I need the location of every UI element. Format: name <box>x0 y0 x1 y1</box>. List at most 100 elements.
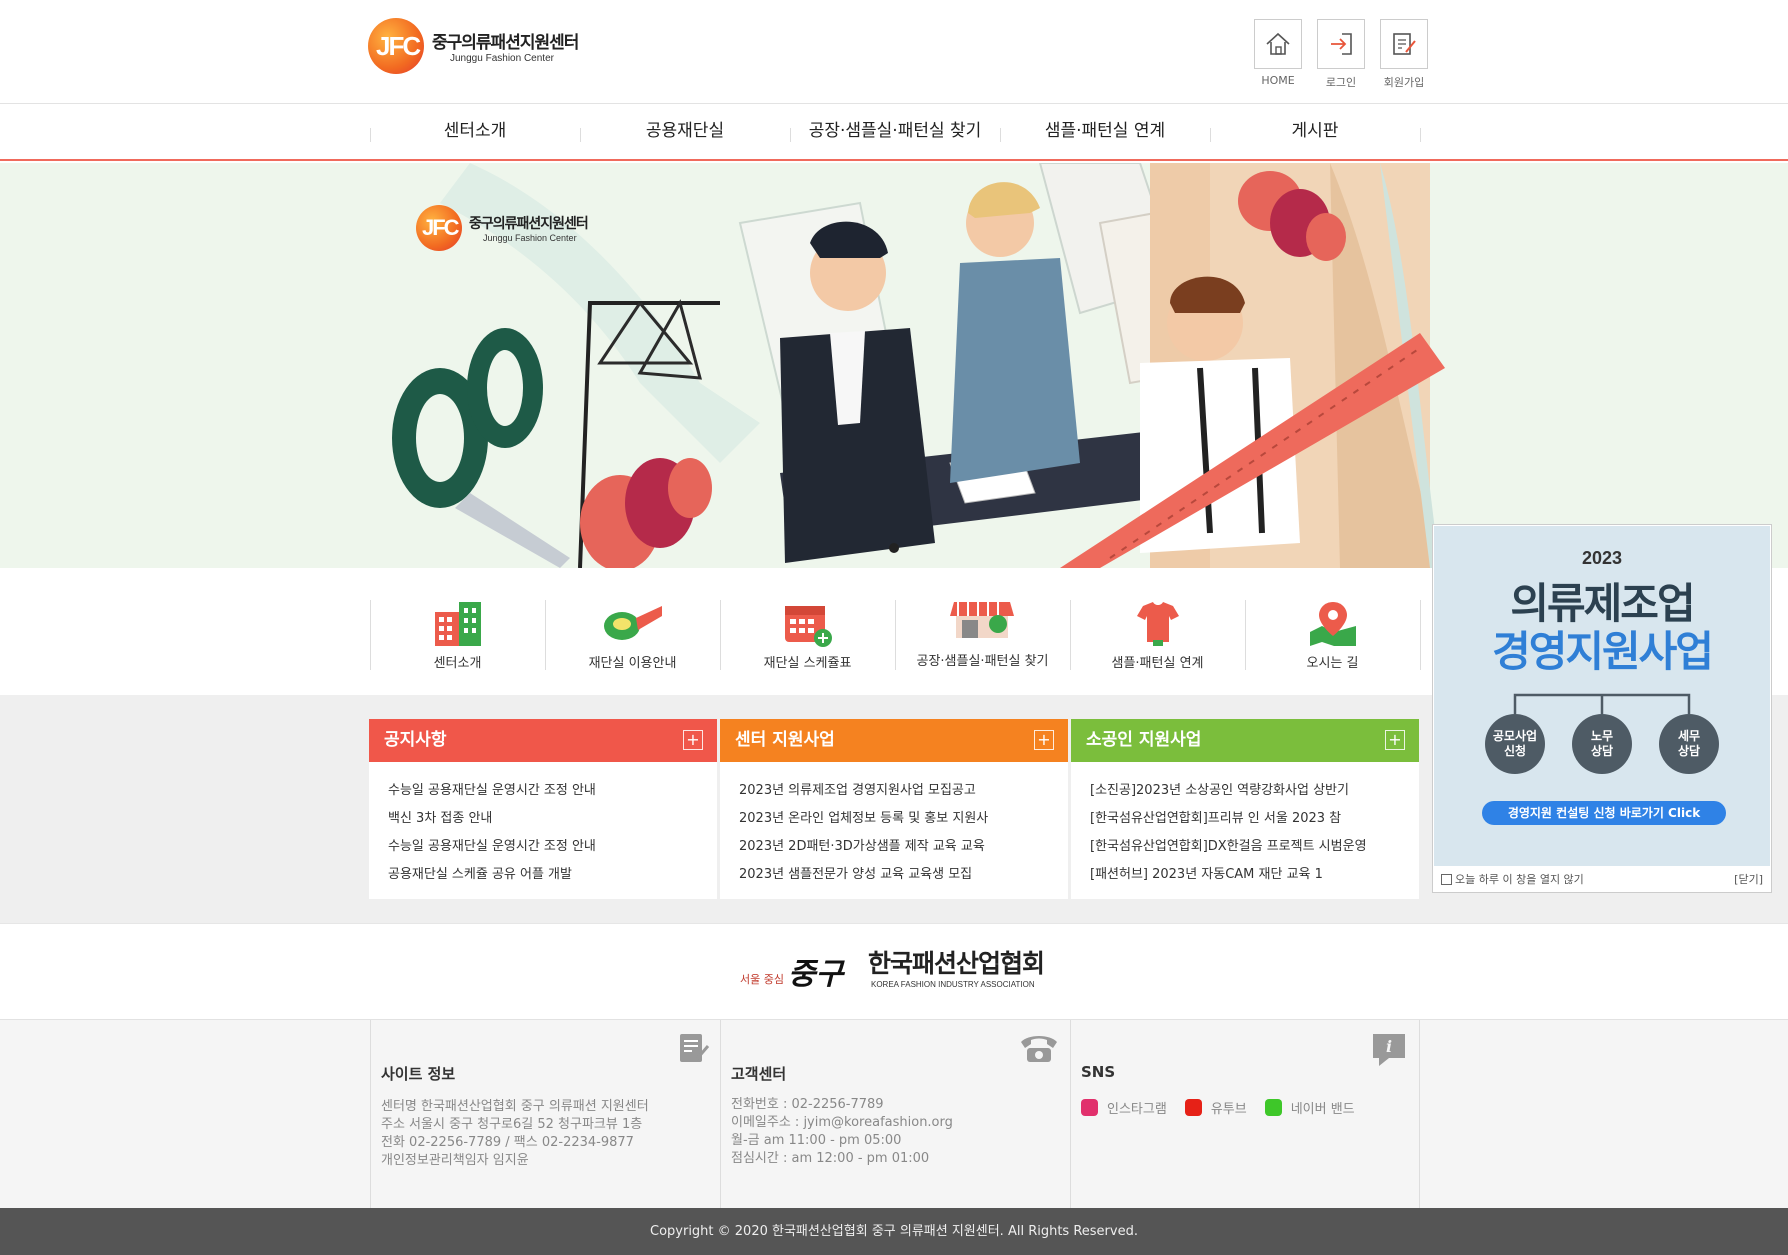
quick-item-center-intro[interactable]: 센터소개 <box>370 600 545 678</box>
list-item[interactable]: [한국섬유산업연합회]프리뷰 인 서울 2023 참 <box>1090 805 1419 833</box>
notice-board: 공지사항 + 수능일 공용재단실 운영시간 조정 안내 백신 3차 접종 안내 … <box>369 719 717 899</box>
small-business-board: 소공인 지원사업 + [소진공]2023년 소상공인 역량강화사업 상반기 [한… <box>1071 719 1419 899</box>
list-item[interactable]: 2023년 의류제조업 경영지원사업 모집공고 <box>739 777 1068 805</box>
instagram-label[interactable]: 인스타그램 <box>1107 1098 1167 1117</box>
map-pin-icon <box>1310 602 1356 646</box>
list-item[interactable]: 백신 3차 접종 안내 <box>388 805 717 833</box>
dont-show-today[interactable]: 오늘 하루 이 창을 열지 않기 <box>1441 871 1584 887</box>
shirt-icon <box>1137 602 1179 646</box>
promo-popup: 2023 의류제조업 경영지원사업 공모사업 신청 노무 상담 세무 상담 경영… <box>1432 524 1772 893</box>
cs-line[interactable]: 이메일주소 : jyim@koreafashion.org <box>731 1114 953 1132</box>
customer-center-title: 고객센터 <box>731 1065 787 1083</box>
junggu-logo[interactable]: 서울 중심 중구 <box>740 949 843 993</box>
notice-more-button[interactable]: + <box>683 730 703 750</box>
site-info-lines: 센터명 한국패션산업협회 중구 의류패션 지원센터 주소 서울시 중구 청구로6… <box>381 1098 649 1170</box>
center-support-more-button[interactable]: + <box>1034 730 1054 750</box>
nav-item-center-intro[interactable]: 센터소개 <box>370 104 580 159</box>
kfia-en: KOREA FASHION INDUSTRY ASSOCIATION <box>871 980 1035 989</box>
login-label[interactable]: 로그인 <box>1311 74 1371 90</box>
logo-text: 중구의류패션지원센터 Junggu Fashion Center <box>432 28 579 64</box>
list-item[interactable]: 2023년 2D패턴·3D가상샘플 제작 교육 교육 <box>739 833 1068 861</box>
site-info-line: 센터명 한국패션산업협회 중구 의류패션 지원센터 <box>381 1099 649 1114</box>
popup-close-button[interactable]: [닫기] <box>1734 871 1763 887</box>
list-item[interactable]: 공용재단실 스케쥴 공유 어플 개발 <box>388 861 717 889</box>
footer-info: 사이트 정보 센터명 한국패션산업협회 중구 의류패션 지원센터 주소 서울시 … <box>0 1019 1788 1209</box>
list-item[interactable]: 수능일 공용재단실 운영시간 조정 안내 <box>388 777 717 805</box>
quick-item-find-factory[interactable]: 공장·샘플실·패턴실 찾기 <box>895 600 1070 678</box>
sns-column: i SNS 인스타그램 유투브 네이버 밴드 <box>1070 1020 1420 1209</box>
quick-label: 재단실 이용안내 <box>588 656 677 671</box>
site-logo[interactable]: JFC 중구의류패션지원센터 Junggu Fashion Center <box>368 18 579 74</box>
home-label[interactable]: HOME <box>1248 74 1308 87</box>
nav-item-sample-link[interactable]: 샘플·패턴실 연계 <box>1000 104 1210 159</box>
center-support-board: 센터 지원사업 + 2023년 의류제조업 경영지원사업 모집공고 2023년 … <box>720 719 1068 899</box>
notice-board-title[interactable]: 공지사항 <box>384 730 447 750</box>
kfia-logo[interactable]: 한국패션산업협회 KOREA FASHION INDUSTRY ASSOCIAT… <box>868 944 1045 989</box>
center-support-board-title[interactable]: 센터 지원사업 <box>735 730 835 750</box>
quick-item-directions[interactable]: 오시는 길 <box>1245 600 1420 678</box>
banner-illustration <box>0 163 1788 568</box>
customer-center-lines: 전화번호 : 02-2256-7789 이메일주소 : jyim@koreafa… <box>731 1096 953 1168</box>
quick-label: 샘플·패턴실 연계 <box>1111 656 1204 671</box>
quick-divider <box>1420 600 1421 670</box>
popup-title-2: 경영지원사업 <box>1492 627 1714 676</box>
instagram-link[interactable]: 인스타그램 <box>1081 1098 1167 1117</box>
quick-label: 오시는 길 <box>1306 656 1359 671</box>
popup-content[interactable]: 2023 의류제조업 경영지원사업 공모사업 신청 노무 상담 세무 상담 경영… <box>1434 526 1770 866</box>
band-link[interactable]: 네이버 밴드 <box>1264 1098 1355 1117</box>
home-icon <box>1266 32 1290 55</box>
calendar-icon <box>785 606 832 647</box>
list-item[interactable]: [패션허브] 2023년 자동CAM 재단 교육 1 <box>1090 861 1419 889</box>
small-business-more-button[interactable]: + <box>1385 730 1405 750</box>
dont-show-checkbox[interactable] <box>1441 873 1452 885</box>
dont-show-label[interactable]: 오늘 하루 이 창을 열지 않기 <box>1455 871 1584 887</box>
list-item[interactable]: 2023년 샘플전문가 양성 교육 교육생 모집 <box>739 861 1068 889</box>
partner-strip: 서울 중심 중구 한국패션산업협회 KOREA FASHION INDUSTRY… <box>0 923 1788 1019</box>
store-icon <box>950 602 1014 638</box>
band-label[interactable]: 네이버 밴드 <box>1291 1098 1355 1117</box>
list-item[interactable]: 2023년 온라인 업체정보 등록 및 홍보 지원사 <box>739 805 1068 833</box>
main-banner[interactable]: JFC 중구의류패션지원센터 Junggu Fashion Center <box>0 163 1788 568</box>
home-button[interactable] <box>1254 19 1302 69</box>
list-item[interactable]: [소진공]2023년 소상공인 역량강화사업 상반기 <box>1090 777 1419 805</box>
quick-label: 공장·샘플실·패턴실 찾기 <box>916 654 1049 669</box>
list-item[interactable]: [한국섬유산업연합회]DX한걸음 프로젝트 시범운영 <box>1090 833 1419 861</box>
cs-line: 점심시간 : am 12:00 - pm 01:00 <box>731 1151 930 1166</box>
signup-button[interactable] <box>1380 19 1428 69</box>
youtube-label[interactable]: 유투브 <box>1211 1098 1247 1117</box>
small-business-board-title[interactable]: 소공인 지원사업 <box>1086 730 1201 750</box>
building-icon <box>435 602 481 646</box>
quick-item-schedule[interactable]: 재단실 스케쥴표 <box>720 600 895 678</box>
site-info-line: 주소 서울시 중구 청구로6길 52 청구파크뷰 1층 <box>381 1117 643 1132</box>
youtube-link[interactable]: 유투브 <box>1184 1098 1247 1117</box>
band-icon <box>1264 1099 1282 1116</box>
jfc-logo-mark: JFC <box>368 18 424 74</box>
copyright-bar: Copyright © 2020 한국패션산업협회 중구 의류패션 지원센터. … <box>0 1208 1788 1255</box>
nav-item-cutting-room[interactable]: 공용재단실 <box>580 104 790 159</box>
nav-item-board[interactable]: 게시판 <box>1210 104 1420 159</box>
cs-line: 전화번호 : 02-2256-7789 <box>731 1097 884 1112</box>
login-button[interactable] <box>1317 19 1365 69</box>
main-nav: 센터소개 공용재단실 공장·샘플실·패턴실 찾기 샘플·패턴실 연계 게시판 <box>0 104 1788 161</box>
notice-board-header[interactable]: 공지사항 + <box>369 719 717 762</box>
small-business-list: [소진공]2023년 소상공인 역량강화사업 상반기 [한국섬유산업연합회]프리… <box>1071 762 1419 889</box>
center-support-board-header[interactable]: 센터 지원사업 + <box>720 719 1068 762</box>
small-business-board-header[interactable]: 소공인 지원사업 + <box>1071 719 1419 762</box>
quick-item-cutting-guide[interactable]: 재단실 이용안내 <box>545 600 720 678</box>
measuring-tape-icon <box>604 606 662 640</box>
list-item[interactable]: 수능일 공용재단실 운영시간 조정 안내 <box>388 833 717 861</box>
cs-line: 월-금 am 11:00 - pm 05:00 <box>731 1133 902 1148</box>
nav-item-find-factory[interactable]: 공장·샘플실·패턴실 찾기 <box>790 104 1000 159</box>
signup-label[interactable]: 회원가입 <box>1374 74 1434 90</box>
popup-consulting-button[interactable]: 경영지원 컨설팅 신청 바로가기 Click <box>1482 801 1726 825</box>
quick-item-sample-link[interactable]: 샘플·패턴실 연계 <box>1070 600 1245 678</box>
notice-list: 수능일 공용재단실 운영시간 조정 안내 백신 3차 접종 안내 수능일 공용재… <box>369 762 717 889</box>
junggu-slogan: 서울 중심 <box>740 973 784 986</box>
banner-logo-text: 중구의류패션지원센터 Junggu Fashion Center <box>469 213 589 243</box>
center-support-list: 2023년 의류제조업 경영지원사업 모집공고 2023년 온라인 업체정보 등… <box>720 762 1068 889</box>
svg-text:i: i <box>1386 1037 1392 1056</box>
logo-en: Junggu Fashion Center <box>450 53 554 64</box>
phone-icon <box>1021 1036 1057 1062</box>
sns-links: 인스타그램 유투브 네이버 밴드 <box>1081 1098 1373 1117</box>
banner-logo-mark: JFC <box>416 205 462 251</box>
